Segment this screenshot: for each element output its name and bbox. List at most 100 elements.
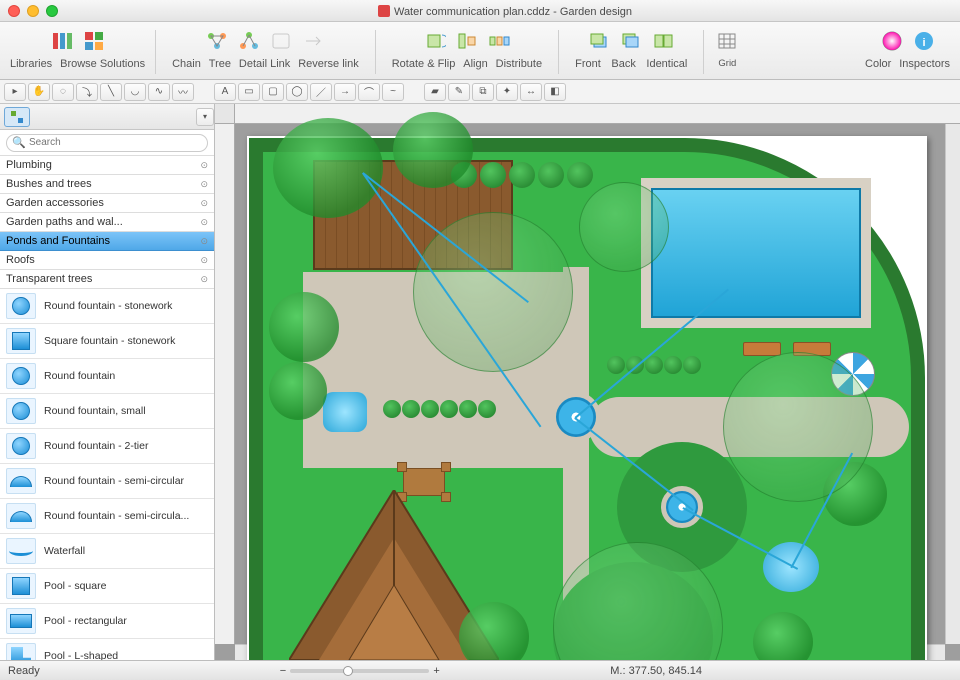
lounger[interactable] <box>743 342 781 356</box>
transparent-tree[interactable] <box>579 182 669 272</box>
zoom-in-icon[interactable]: + <box>433 665 439 677</box>
search-input[interactable] <box>6 134 208 152</box>
front-icon[interactable] <box>586 28 612 54</box>
bush-row <box>383 400 496 418</box>
transparent-tree[interactable] <box>413 212 573 372</box>
toolbar-group-tree: Chain Tree Detail Link Reverse link <box>162 26 369 70</box>
tree[interactable] <box>273 118 383 218</box>
library-item[interactable]: Round fountain - semi-circula... <box>0 499 214 534</box>
maximize-icon[interactable] <box>46 5 58 17</box>
chevron-icon: ⊙ <box>200 217 208 228</box>
zoom-slider[interactable]: − + <box>280 665 440 677</box>
connector-tool[interactable]: ⤵ <box>76 83 98 101</box>
chevron-icon: ⊙ <box>200 255 208 266</box>
toolbar-label: Grid <box>718 58 736 69</box>
library-section[interactable]: Garden paths and wal...⊙ <box>0 213 214 232</box>
align-icon[interactable] <box>454 28 480 54</box>
rect-tool[interactable]: ▭ <box>238 83 260 101</box>
minimize-icon[interactable] <box>27 5 39 17</box>
tree[interactable] <box>269 362 327 420</box>
identical-icon[interactable] <box>650 28 676 54</box>
sidebar-menu[interactable]: ▾ <box>196 108 214 126</box>
line-tool[interactable]: ╲ <box>100 83 122 101</box>
arrow-tool[interactable]: → <box>334 83 356 101</box>
tree[interactable] <box>269 292 339 362</box>
bezier-tool[interactable]: 〰 <box>172 83 194 101</box>
browse-solutions-icon[interactable] <box>81 28 107 54</box>
canvas-area[interactable] <box>215 104 960 660</box>
splash-pool[interactable] <box>323 392 367 432</box>
hand-tool[interactable]: ✋ <box>28 83 50 101</box>
zoom-out-icon[interactable]: − <box>280 665 286 677</box>
library-section[interactable]: Bushes and trees⊙ <box>0 175 214 194</box>
text-tool[interactable]: A <box>214 83 236 101</box>
ruler-vertical[interactable] <box>215 124 235 644</box>
library-item[interactable]: Round fountain - stonework <box>0 289 214 324</box>
library-item[interactable]: Pool - rectangular <box>0 604 214 639</box>
library-item[interactable]: Pool - square <box>0 569 214 604</box>
libraries-icon[interactable] <box>49 28 75 54</box>
ellipse-tool[interactable]: ◯ <box>286 83 308 101</box>
chair[interactable] <box>441 462 451 472</box>
chair[interactable] <box>397 462 407 472</box>
search-icon: 🔍 <box>12 136 26 149</box>
eyedropper-tool[interactable]: ✎ <box>448 83 470 101</box>
tree-icon[interactable] <box>236 28 262 54</box>
library-section[interactable]: Ponds and Fountains⊙ <box>0 232 214 251</box>
garden-plan <box>253 142 921 660</box>
inspectors-icon[interactable]: i <box>911 28 937 54</box>
reverse-link-icon[interactable] <box>300 28 326 54</box>
distribute-icon[interactable] <box>486 28 512 54</box>
back-icon[interactable] <box>618 28 644 54</box>
sidebar-tab-shapes[interactable] <box>4 107 30 127</box>
library-item[interactable]: Round fountain <box>0 359 214 394</box>
spline-tool[interactable]: ∿ <box>148 83 170 101</box>
toolbar-separator <box>375 30 376 74</box>
lasso-tool[interactable]: ◌ <box>52 83 74 101</box>
grid-icon[interactable] <box>714 28 740 54</box>
library-section[interactable]: Roofs⊙ <box>0 251 214 270</box>
library-item[interactable]: Round fountain - semi-circular <box>0 464 214 499</box>
rotate-flip-icon[interactable] <box>422 28 448 54</box>
library-item[interactable]: Round fountain - 2-tier <box>0 429 214 464</box>
stamp-tool[interactable]: ✦ <box>496 83 518 101</box>
cursor-coordinates: M.: 377.50, 845.14 <box>610 665 702 677</box>
toolbar-group-arrange: Rotate & Flip Align Distribute <box>382 26 552 70</box>
section-label: Garden accessories <box>6 197 104 209</box>
fill-tool[interactable]: ▰ <box>424 83 446 101</box>
library-section[interactable]: Transparent trees⊙ <box>0 270 214 289</box>
library-item[interactable]: Waterfall <box>0 534 214 569</box>
chain-icon[interactable] <box>204 28 230 54</box>
chevron-icon: ⊙ <box>200 198 208 209</box>
drawing-toolbar: ▸ ✋ ◌ ⤵ ╲ ◡ ∿ 〰 A ▭ ▢ ◯ ／ → ⌒ ~ ▰ ✎ ⧉ ✦ … <box>0 80 960 104</box>
library-section[interactable]: Plumbing⊙ <box>0 156 214 175</box>
chevron-icon: ⊙ <box>200 179 208 190</box>
drawing-page[interactable] <box>247 136 927 660</box>
curve-tool[interactable]: ~ <box>382 83 404 101</box>
scrollbar-vertical[interactable] <box>945 124 960 644</box>
polyline-tool[interactable]: ⌒ <box>358 83 380 101</box>
line-draw-tool[interactable]: ／ <box>310 83 332 101</box>
rounded-rect-tool[interactable]: ▢ <box>262 83 284 101</box>
dimension-tool[interactable]: ↔ <box>520 83 542 101</box>
transparent-tree[interactable] <box>723 352 873 502</box>
tree[interactable] <box>393 112 473 188</box>
item-label: Round fountain - 2-tier <box>44 440 148 452</box>
toolbar-label: Chain Tree Detail Link Reverse link <box>172 58 359 70</box>
library-item[interactable]: Square fountain - stonework <box>0 324 214 359</box>
close-icon[interactable] <box>8 5 20 17</box>
window-title: Water communication plan.cddz - Garden d… <box>58 4 952 18</box>
library-item[interactable]: Pool - L-shaped <box>0 639 214 660</box>
item-thumbnail <box>6 608 36 634</box>
detail-link-icon[interactable] <box>268 28 294 54</box>
item-label: Round fountain - stonework <box>44 300 172 312</box>
callout-tool[interactable]: ◧ <box>544 83 566 101</box>
arc-tool[interactable]: ◡ <box>124 83 146 101</box>
swimming-pool[interactable] <box>641 178 871 328</box>
library-section[interactable]: Garden accessories ⊙ <box>0 194 214 213</box>
pointer-tool[interactable]: ▸ <box>4 83 26 101</box>
color-icon[interactable] <box>879 28 905 54</box>
library-item[interactable]: Round fountain, small <box>0 394 214 429</box>
crop-tool[interactable]: ⧉ <box>472 83 494 101</box>
library-items: Round fountain - stonework Square fountai… <box>0 289 214 660</box>
